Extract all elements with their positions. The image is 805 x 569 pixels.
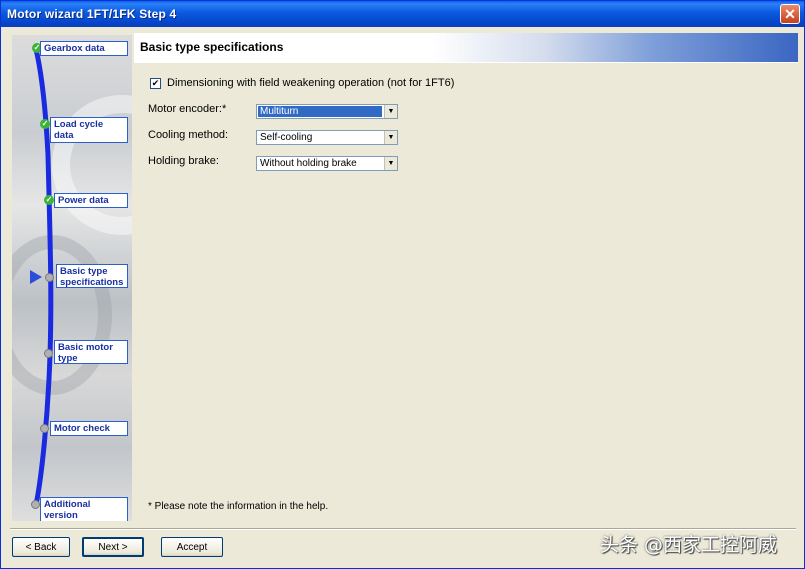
field-weakening-label: Dimensioning with field weakening operat… bbox=[167, 77, 455, 89]
cooling-method-select[interactable]: Self-cooling ▼ bbox=[256, 130, 398, 145]
watermark: 头条 @西家工控阿威 bbox=[600, 530, 777, 557]
holding-brake-value: Without holding brake bbox=[260, 158, 357, 169]
step-label: Power data bbox=[58, 195, 109, 206]
step-gearbox-data[interactable]: Gearbox data bbox=[40, 41, 128, 56]
cooling-method-value: Self-cooling bbox=[260, 132, 313, 143]
watermark-text: 头条 @西家工控阿威 bbox=[600, 534, 778, 556]
field-weakening-row: ✔ Dimensioning with field weakening oper… bbox=[150, 77, 454, 89]
back-button[interactable]: < Back bbox=[12, 537, 70, 557]
chevron-down-icon[interactable]: ▼ bbox=[384, 105, 397, 118]
holding-brake-label: Holding brake: bbox=[148, 155, 219, 167]
next-button[interactable]: Next > bbox=[82, 537, 144, 557]
page-header: Basic type specifications bbox=[134, 33, 798, 63]
step-label: Load cycle data bbox=[54, 119, 104, 141]
step-dot-icon bbox=[31, 500, 40, 509]
step-dot-icon bbox=[40, 424, 49, 433]
step-dot-icon bbox=[45, 273, 54, 282]
motor-encoder-label: Motor encoder:* bbox=[148, 103, 227, 115]
wizard-client-area: ✓ Gearbox data ✓ Load cycle data ✓ Power… bbox=[4, 27, 801, 567]
check-icon: ✓ bbox=[40, 119, 50, 129]
help-note: * Please note the information in the hel… bbox=[148, 501, 329, 512]
holding-brake-select[interactable]: Without holding brake ▼ bbox=[256, 156, 398, 171]
motor-wizard-window: Motor wizard 1FT/1FK Step 4 ✕ ✓ Gearbox … bbox=[0, 0, 805, 569]
chevron-down-icon[interactable]: ▼ bbox=[384, 131, 397, 144]
step-basic-type-specifications[interactable]: Basic type specifications bbox=[56, 264, 128, 288]
step-label: Motor check bbox=[54, 423, 110, 434]
check-icon: ✓ bbox=[44, 195, 54, 205]
current-step-arrow-icon bbox=[30, 270, 42, 284]
step-power-data[interactable]: Power data bbox=[54, 193, 128, 208]
motor-encoder-value: Multiturn bbox=[258, 106, 382, 117]
motor-encoder-select[interactable]: Multiturn ▼ bbox=[256, 104, 398, 119]
accept-button[interactable]: Accept bbox=[161, 537, 223, 557]
wizard-step-navigator: ✓ Gearbox data ✓ Load cycle data ✓ Power… bbox=[12, 35, 132, 521]
field-weakening-checkbox[interactable]: ✔ bbox=[150, 77, 161, 89]
step-label: Additional version bbox=[44, 499, 91, 521]
cooling-method-label: Cooling method: bbox=[148, 129, 229, 141]
step-dot-icon bbox=[44, 349, 53, 358]
step-label: Gearbox data bbox=[44, 43, 105, 54]
title-bar[interactable]: Motor wizard 1FT/1FK Step 4 ✕ bbox=[1, 1, 804, 27]
step-additional-version[interactable]: Additional version bbox=[40, 497, 128, 521]
step-label: Basic type specifications bbox=[60, 266, 124, 288]
step-basic-motor-type[interactable]: Basic motor type bbox=[54, 340, 128, 364]
close-icon: ✕ bbox=[784, 6, 796, 22]
step-load-cycle-data[interactable]: Load cycle data bbox=[50, 117, 128, 143]
step-label: Basic motor type bbox=[58, 342, 113, 364]
chevron-down-icon[interactable]: ▼ bbox=[384, 157, 397, 170]
page-title: Basic type specifications bbox=[140, 40, 284, 54]
window-title: Motor wizard 1FT/1FK Step 4 bbox=[7, 7, 177, 21]
step-motor-check[interactable]: Motor check bbox=[50, 421, 128, 436]
close-button[interactable]: ✕ bbox=[780, 4, 800, 24]
